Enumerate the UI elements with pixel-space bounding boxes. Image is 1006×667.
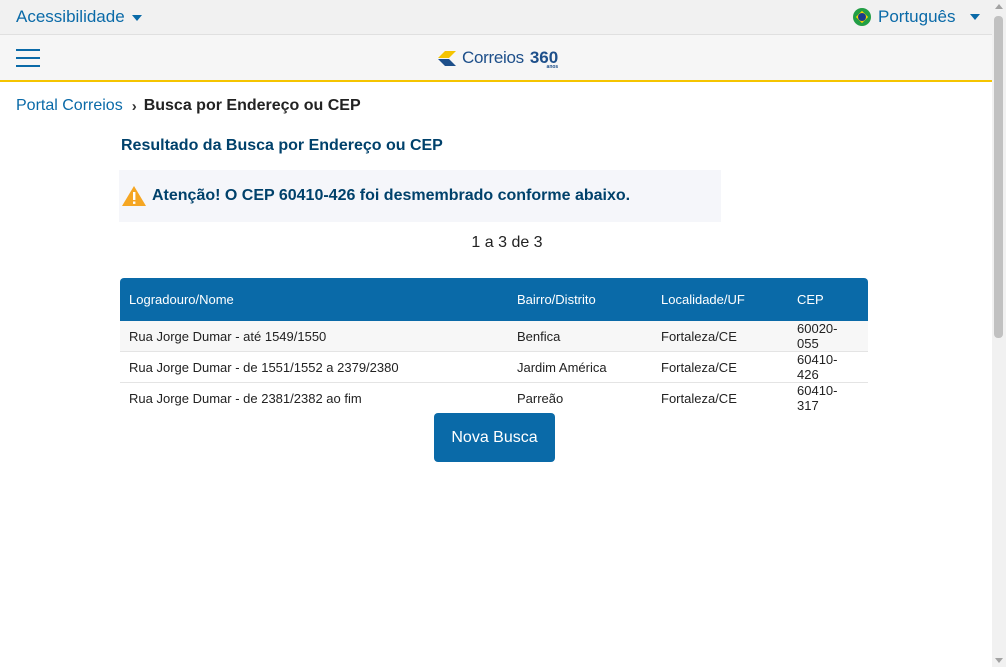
cell-cep: 60410-426 [788, 351, 868, 383]
nav-bar: Correios 360 anos [0, 35, 992, 82]
cell-localidade: Fortaleza/CE [661, 390, 737, 406]
breadcrumb-separator: › [131, 97, 137, 115]
cell-localidade: Fortaleza/CE [652, 351, 788, 383]
correios-logo[interactable]: Correios 360 anos [436, 45, 558, 71]
cell-cep: 60020-055 [788, 321, 868, 352]
column-header-localidade: Localidade/UF [652, 278, 788, 321]
pagination-info: 1 a 3 de 3 [471, 234, 543, 251]
page-scrollbar[interactable] [992, 0, 1006, 667]
column-header-logradouro: Logradouro/Nome [120, 278, 508, 321]
cell-logradouro: Rua Jorge Dumar - de 2381/2382 ao fim [129, 390, 362, 406]
scrollbar-thumb[interactable] [994, 16, 1003, 338]
chevron-down-icon [969, 14, 980, 20]
cell-bairro: Benfica [508, 321, 652, 352]
accessibility-menu[interactable]: Acessibilidade [16, 7, 142, 27]
table-row: Rua Jorge Dumar - de 1551/1552 a 2379/23… [120, 351, 868, 383]
table-row: Rua Jorge Dumar - de 2381/2382 ao fim Pa… [120, 383, 868, 413]
breadcrumb-current: Busca por Endereço ou CEP [143, 97, 361, 114]
brazil-flag-icon [853, 8, 871, 26]
logo-brand: Correios [462, 48, 524, 67]
column-header-cep: CEP [788, 278, 868, 321]
breadcrumb: Portal Correios › Busca por Endereço ou … [16, 97, 361, 115]
alert-box: Atenção! O CEP 60410-426 foi desmembrado… [119, 170, 721, 222]
correios-logo-icon [438, 51, 456, 66]
chevron-down-icon [131, 14, 142, 21]
language-label: Português [878, 7, 956, 26]
cell-bairro: Jardim América [508, 351, 652, 383]
page-title: Resultado da Busca por Endereço ou CEP [121, 137, 443, 154]
new-search-button[interactable]: Nova Busca [434, 413, 555, 462]
hamburger-icon[interactable] [16, 49, 40, 67]
scroll-down-arrow-icon[interactable] [995, 658, 1003, 663]
scroll-up-arrow-icon[interactable] [995, 4, 1003, 9]
warning-icon [122, 186, 146, 206]
table-header-row: Logradouro/Nome Bairro/Distrito Localida… [120, 278, 868, 321]
cell-logradouro: Rua Jorge Dumar - até 1549/1550 [120, 321, 508, 352]
alert-message: Atenção! O CEP 60410-426 foi desmembrado… [152, 187, 631, 204]
table-row: Rua Jorge Dumar - até 1549/1550 Benfica … [120, 321, 868, 352]
column-header-bairro: Bairro/Distrito [508, 278, 652, 321]
logo-anniversary: 360 anos [529, 48, 559, 70]
accessibility-label: Acessibilidade [16, 7, 125, 26]
cell-bairro: Parreão [517, 390, 564, 406]
language-selector[interactable]: Português [853, 7, 980, 27]
results-table: Logradouro/Nome Bairro/Distrito Localida… [120, 278, 868, 413]
breadcrumb-home-link[interactable]: Portal Correios [16, 97, 123, 115]
cell-logradouro: Rua Jorge Dumar - de 1551/1552 a 2379/23… [120, 351, 508, 383]
top-bar: Acessibilidade Português [0, 0, 992, 35]
cell-localidade: Fortaleza/CE [652, 321, 788, 352]
cell-cep: 60410-317 [797, 383, 838, 413]
